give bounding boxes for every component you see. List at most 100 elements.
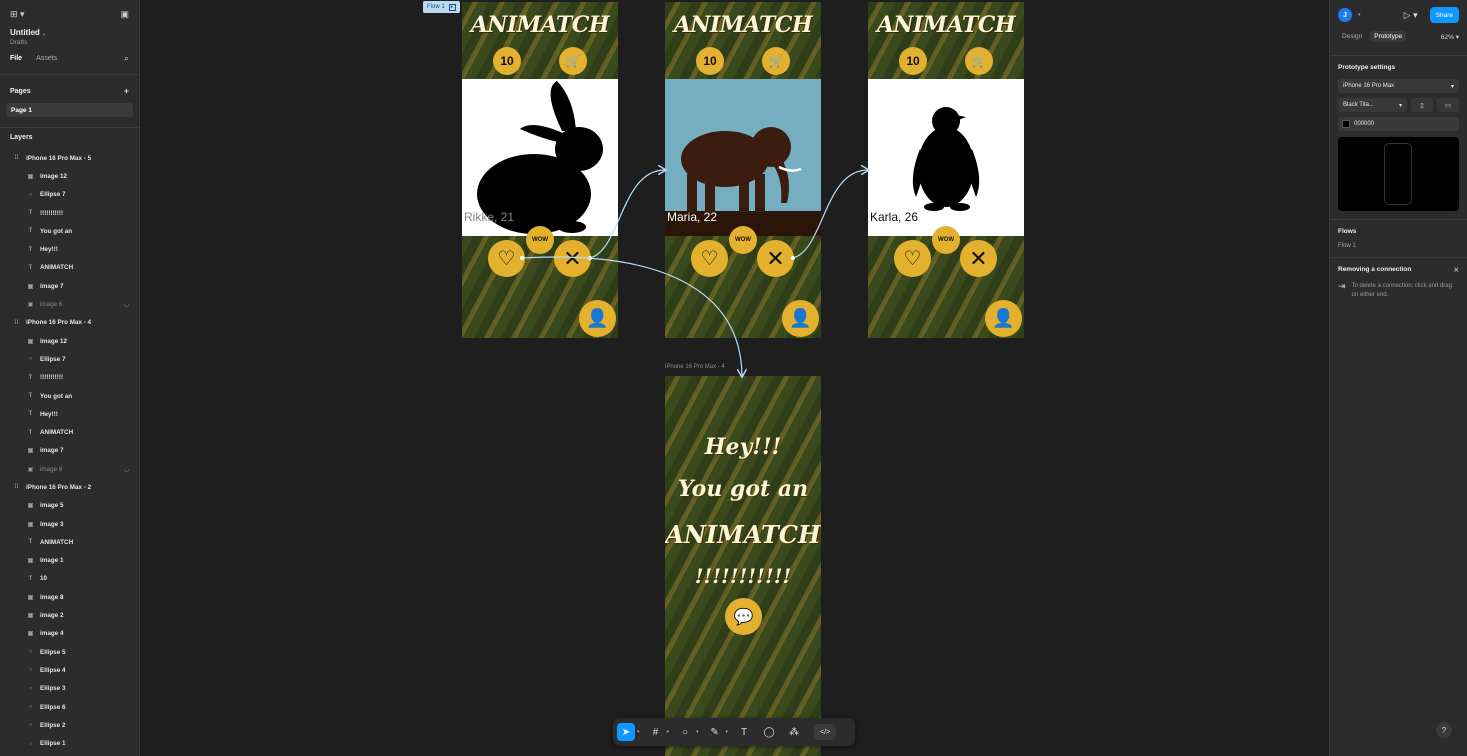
profile-button[interactable]: 👤: [579, 300, 616, 337]
help-icon[interactable]: ?: [1436, 722, 1452, 738]
layer-item[interactable]: ▣ image 1: [0, 552, 139, 570]
layer-item[interactable]: ○ Ellipse 2: [0, 716, 139, 734]
layer-item[interactable]: ▣ image 2: [0, 606, 139, 624]
layer-item[interactable]: ○ Ellipse 3: [0, 680, 139, 698]
cart-icon[interactable]: 🛒: [559, 47, 587, 75]
file-name[interactable]: Untitled: [10, 28, 40, 37]
background-hex[interactable]: 000000: [1354, 121, 1374, 127]
chevron-down-icon[interactable]: ⌄: [42, 31, 46, 37]
layer-item[interactable]: T ANIMATCH: [0, 423, 139, 441]
layer-frame[interactable]: ⁞⁞ iPhone 16 Pro Max - 2: [0, 478, 139, 496]
model-select[interactable]: Black Tita... ▾: [1338, 98, 1407, 112]
landscape-icon[interactable]: ▭: [1437, 98, 1459, 112]
layer-item[interactable]: ▣ image 6 ◡: [0, 295, 139, 313]
dev-mode-icon[interactable]: </>: [814, 724, 837, 740]
comment-tool-icon[interactable]: ◯: [760, 723, 778, 741]
dislike-button[interactable]: ✕: [960, 240, 997, 277]
phone-frame-match[interactable]: Hey!!! You got an ANIMATCH !!!!!!!!!!! 💬: [665, 376, 821, 756]
layer-item[interactable]: ▣ image 8: [0, 588, 139, 606]
layer-item[interactable]: T You got an: [0, 222, 139, 240]
background-color-field[interactable]: 000000: [1338, 117, 1459, 131]
layer-item[interactable]: ○ Ellipse 5: [0, 643, 139, 661]
profile-button[interactable]: 👤: [985, 300, 1022, 337]
layer-item[interactable]: ▣ image 12: [0, 167, 139, 185]
layer-item[interactable]: ○ Ellipse 7: [0, 350, 139, 368]
page-item[interactable]: Page 1: [6, 103, 133, 117]
layer-item[interactable]: ▣ image 6 ◡: [0, 460, 139, 478]
layer-item[interactable]: ○ Ellipse 6: [0, 698, 139, 716]
ten-points-icon[interactable]: 10: [696, 47, 724, 75]
chat-icon[interactable]: 💬: [725, 598, 762, 635]
frame-tool-icon[interactable]: #: [647, 723, 665, 741]
play-flow-icon[interactable]: ▸: [448, 3, 456, 11]
toggle-sidebar-icon[interactable]: ▣: [120, 9, 129, 20]
actions-tool-icon[interactable]: ⁂: [785, 723, 803, 741]
canvas[interactable]: Flow 1 ▸ ANIMATCH 10 🛒 Rikke, 21 ♡ WOW ✕: [141, 0, 1329, 756]
frame-label[interactable]: iPhone 16 Pro Max - 4: [665, 364, 725, 370]
zoom-level[interactable]: 62% ▾: [1441, 33, 1459, 41]
tab-prototype[interactable]: Prototype: [1370, 31, 1407, 42]
search-icon[interactable]: ⌕: [124, 53, 129, 64]
portrait-icon[interactable]: ▯: [1411, 98, 1433, 112]
phone-frame-maria[interactable]: ANIMATCH 10 🛒 Maria, 22 ♡ WOW ✕ 👤: [665, 2, 821, 338]
like-button[interactable]: ♡: [691, 240, 728, 277]
add-page-icon[interactable]: +: [124, 86, 129, 96]
hidden-eye-icon[interactable]: ◡: [124, 466, 129, 473]
cart-icon[interactable]: 🛒: [965, 47, 993, 75]
like-button[interactable]: ♡: [488, 240, 525, 277]
chevron-down-icon[interactable]: ▾: [726, 729, 729, 735]
share-button[interactable]: Share: [1429, 7, 1459, 23]
file-title[interactable]: Untitled ⌄ Drafts: [0, 28, 139, 46]
layer-item[interactable]: ▣ image 5: [0, 497, 139, 515]
flow-start-badge[interactable]: Flow 1 ▸: [423, 1, 460, 13]
dislike-button[interactable]: ✕: [757, 240, 794, 277]
hidden-eye-icon[interactable]: ◡: [124, 301, 129, 308]
layer-item[interactable]: ▣ image 7: [0, 277, 139, 295]
layer-item[interactable]: T!!!!!!!!!!!: [0, 204, 139, 222]
tab-design[interactable]: Design: [1338, 31, 1366, 42]
phone-frame-rikke[interactable]: ANIMATCH 10 🛒 Rikke, 21 ♡ WOW ✕ 👤: [462, 2, 618, 338]
layer-item[interactable]: ▣ image 7: [0, 442, 139, 460]
tab-assets[interactable]: Assets: [36, 55, 57, 62]
dislike-button[interactable]: ✕: [554, 240, 591, 277]
cart-icon[interactable]: 🛒: [762, 47, 790, 75]
color-swatch[interactable]: [1342, 120, 1350, 128]
device-select[interactable]: iPhone 16 Pro Max ▾: [1338, 79, 1459, 93]
layer-item[interactable]: ○ Ellipse 4: [0, 661, 139, 679]
layer-item[interactable]: T You got an: [0, 387, 139, 405]
layer-item[interactable]: ▣ image 3: [0, 515, 139, 533]
layer-item[interactable]: T ANIMATCH: [0, 259, 139, 277]
shape-tool-icon[interactable]: ○: [676, 723, 694, 741]
present-icon[interactable]: ▷ ▾: [1404, 10, 1418, 21]
layer-item[interactable]: ▣ image 12: [0, 332, 139, 350]
layer-item[interactable]: T!!!!!!!!!!!: [0, 369, 139, 387]
layer-item[interactable]: ○ Ellipse 1: [0, 735, 139, 753]
layer-frame[interactable]: ⁞⁞ iPhone 16 Pro Max - 4: [0, 314, 139, 332]
main-menu-icon[interactable]: ⊞ ▾: [10, 9, 25, 20]
ten-points-icon[interactable]: 10: [899, 47, 927, 75]
layer-item[interactable]: T 10: [0, 570, 139, 588]
phone-frame-karla[interactable]: ANIMATCH 10 🛒 Karla, 26 ♡ WOW ✕ 👤: [868, 2, 1024, 338]
text-tool-icon[interactable]: T: [735, 723, 753, 741]
ten-points-icon[interactable]: 10: [493, 47, 521, 75]
chevron-down-icon[interactable]: ▾: [696, 729, 699, 735]
like-button[interactable]: ♡: [894, 240, 931, 277]
profile-button[interactable]: 👤: [782, 300, 819, 337]
layer-item[interactable]: ▣ image 4: [0, 625, 139, 643]
flow-item[interactable]: Flow 1: [1338, 243, 1459, 249]
chevron-down-icon[interactable]: ▾: [667, 729, 670, 735]
layer-item[interactable]: T Hey!!!: [0, 405, 139, 423]
layer-item[interactable]: ○ Ellipse 7: [0, 186, 139, 204]
tab-file[interactable]: File: [10, 55, 22, 62]
chevron-down-icon[interactable]: ▾: [1358, 12, 1361, 18]
move-tool-icon[interactable]: ➤: [617, 723, 635, 741]
superlike-badge[interactable]: WOW: [729, 226, 757, 254]
superlike-badge[interactable]: WOW: [932, 226, 960, 254]
pen-tool-icon[interactable]: ✎: [706, 723, 724, 741]
layer-frame[interactable]: ⁞⁞ iPhone 16 Pro Max - 5: [0, 149, 139, 167]
close-icon[interactable]: ✕: [1454, 266, 1459, 274]
layer-item[interactable]: T ANIMATCH: [0, 533, 139, 551]
superlike-badge[interactable]: WOW: [526, 226, 554, 254]
layer-item[interactable]: T Hey!!!: [0, 240, 139, 258]
avatar[interactable]: J: [1338, 8, 1352, 22]
